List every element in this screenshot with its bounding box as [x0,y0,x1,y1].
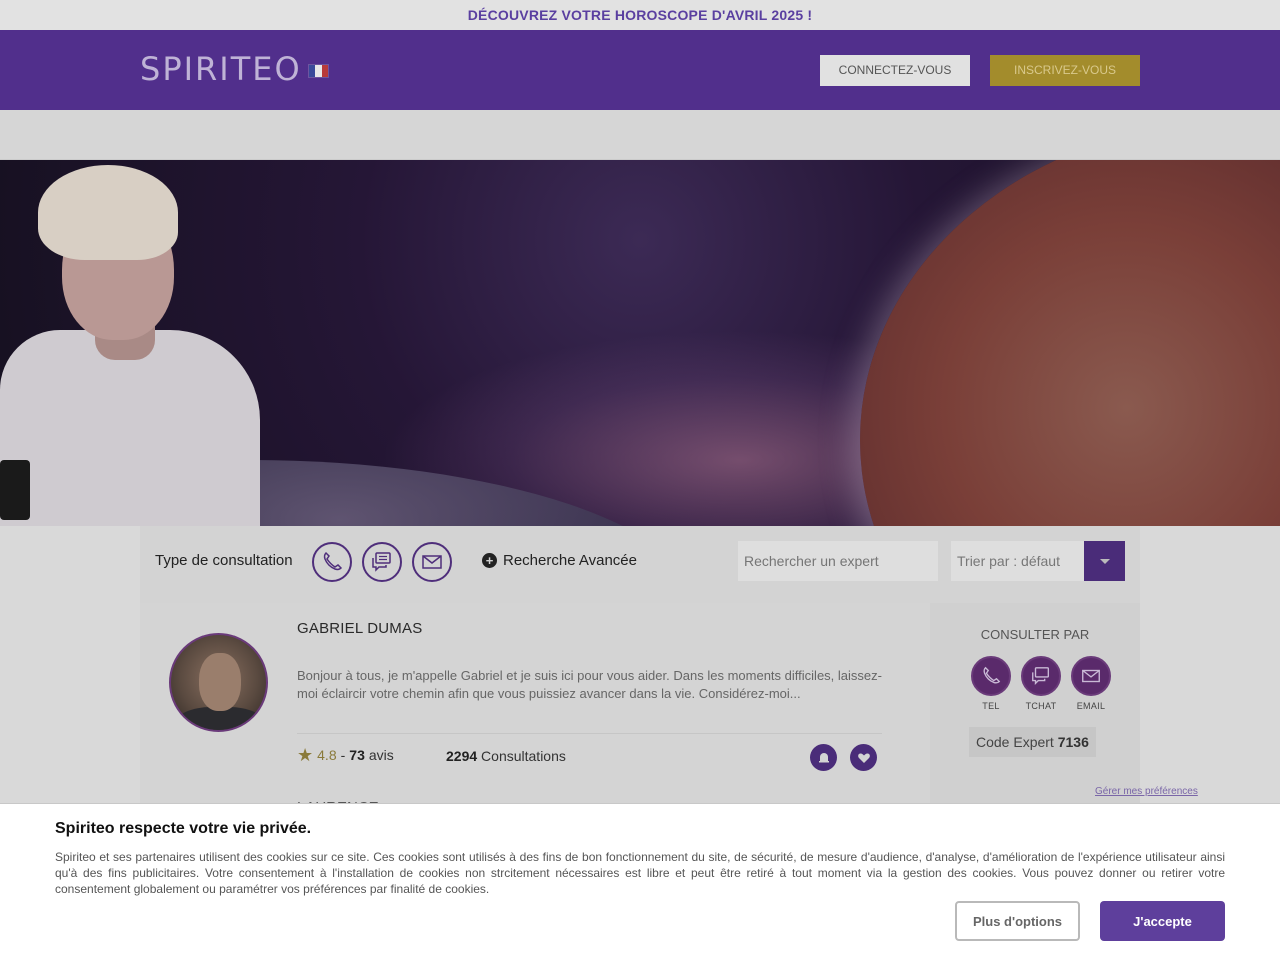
consultations-count: 2294 [446,748,478,764]
expert-code-label: Code Expert [976,734,1054,750]
avatar-face [199,653,241,711]
cookie-banner: Spiriteo respecte votre vie privée. Spir… [0,803,1280,960]
expert-code-value: 7136 [1057,734,1089,750]
promo-banner[interactable]: DÉCOUVREZ VOTRE HOROSCOPE D'AVRIL 2025 ! [0,0,1280,30]
hero-phone [0,460,30,520]
card-divider [297,733,882,734]
login-button[interactable]: CONNECTEZ-VOUS [820,55,970,86]
chat-icon [1032,667,1050,685]
filter-phone-button[interactable] [312,542,352,582]
expert-search-input[interactable] [738,541,938,581]
channel-label-tel: TEL [982,701,1000,711]
hero-woman-hair [38,165,178,260]
main-nav [0,110,1280,160]
promo-text[interactable]: DÉCOUVREZ VOTRE HOROSCOPE D'AVRIL 2025 ! [468,7,813,23]
cookie-text: Spiriteo et ses partenaires utilisent de… [55,850,1225,896]
phone-icon [323,551,343,571]
chat-icon [372,552,391,572]
more-options-button[interactable]: Plus d'options [955,901,1080,941]
accept-cookies-button[interactable]: J'accepte [1100,901,1225,941]
cookie-preferences-link[interactable]: Gérer mes préférences [1095,786,1198,797]
filter-bar: Type de consultation + Recherche Avancée… [140,526,1140,603]
channel-label-email: EMAIL [1076,701,1106,711]
consult-phone-button[interactable] [971,656,1011,696]
plus-circle-icon: + [482,553,497,568]
reviews-label: avis [368,747,394,763]
expert-card[interactable]: GABRIEL DUMAS Bonjour à tous, je m'appel… [140,603,1140,816]
rating-separator: - [340,747,346,763]
favorite-button[interactable] [850,744,877,771]
mail-icon [422,555,442,569]
bell-icon [818,752,829,762]
flag-france-icon[interactable] [308,64,329,78]
expert-name[interactable]: GABRIEL DUMAS [297,620,422,637]
consult-email-button[interactable] [1071,656,1111,696]
sort-dropdown-button[interactable] [1084,541,1125,581]
alert-button[interactable] [810,744,837,771]
caret-down-icon [1099,558,1110,564]
advanced-search-link[interactable]: + Recherche Avancée [482,552,637,569]
consultation-type-label: Type de consultation [155,552,293,569]
star-icon: ★ [297,745,314,765]
filter-email-button[interactable] [412,542,452,582]
consultations-label: Consultations [481,748,566,764]
hero-banner [0,160,1280,526]
rating-value: 4.8 [317,747,337,763]
mail-icon [1082,669,1100,683]
site-logo[interactable]: SPIRITEO [140,50,302,88]
reviews-count: 73 [349,747,365,763]
expert-description: Bonjour à tous, je m'appelle Gabriel et … [297,668,882,701]
expert-avatar[interactable] [169,633,268,732]
consult-title: CONSULTER PAR [980,627,1090,642]
consultations-stat: 2294 Consultations [446,748,566,764]
cookie-title: Spiriteo respecte votre vie privée. [55,820,312,837]
heart-icon [857,753,870,763]
expert-code: Code Expert 7136 [969,727,1096,757]
phone-icon [983,666,1001,684]
channel-label-tchat: TCHAT [1025,701,1057,711]
signup-button[interactable]: INSCRIVEZ-VOUS [990,55,1140,86]
expert-rating[interactable]: ★ 4.8 - 73 avis [297,745,394,765]
site-header: SPIRITEO CONNECTEZ-VOUS INSCRIVEZ-VOUS [0,30,1280,110]
sort-select[interactable]: Trier par : défaut [951,541,1084,581]
consult-panel: CONSULTER PAR TEL TCHAT EMAIL Code Exper… [930,603,1140,803]
filter-chat-button[interactable] [362,542,402,582]
consult-chat-button[interactable] [1021,656,1061,696]
hero-planet [860,160,1280,526]
advanced-search-label: Recherche Avancée [503,552,637,569]
